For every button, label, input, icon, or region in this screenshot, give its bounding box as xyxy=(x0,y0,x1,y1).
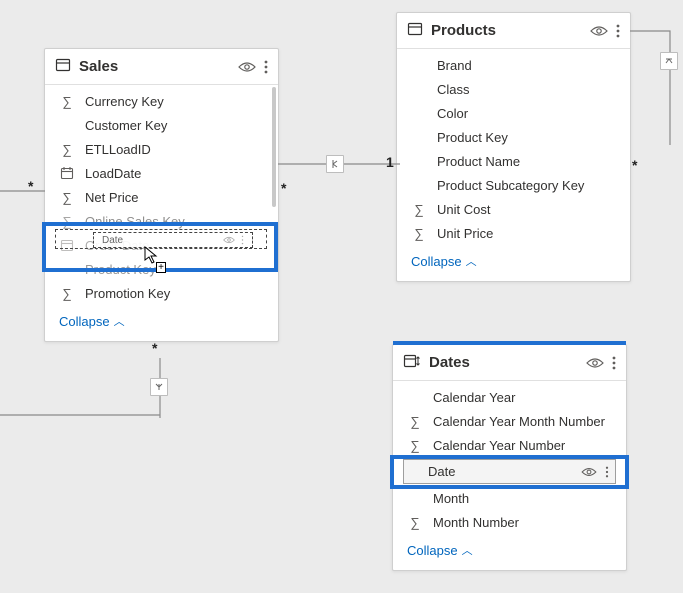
chevron-up-icon: ︿ xyxy=(466,253,477,269)
field-label: Calendar Year Number xyxy=(433,438,612,453)
drag-ghost-label: Date xyxy=(102,235,123,246)
field-label: Unit Price xyxy=(437,226,616,241)
field-label: Promotion Key xyxy=(85,286,264,301)
field-label: Product Key xyxy=(85,262,264,277)
calendar-icon xyxy=(59,166,75,180)
field-month[interactable]: Month xyxy=(393,486,626,510)
field-list: Brand Class Color Product Key Product Na… xyxy=(397,49,630,281)
visibility-icon[interactable] xyxy=(590,24,608,38)
field-label: Calendar Year xyxy=(433,390,612,405)
field-brand[interactable]: Brand xyxy=(397,53,630,77)
sigma-icon: ∑ xyxy=(59,286,75,301)
field-label: Brand xyxy=(437,58,616,73)
selection-highlight xyxy=(393,341,626,345)
mult-sales-right: * xyxy=(281,180,286,196)
visibility-icon[interactable] xyxy=(238,60,256,74)
table-card-dates[interactable]: Dates Calendar Year ∑ Calendar Year Month… xyxy=(392,344,627,571)
sigma-icon: ∑ xyxy=(59,190,75,205)
card-header-sales[interactable]: Sales xyxy=(45,49,278,85)
collapse-link[interactable]: Collapse︿ xyxy=(45,305,278,339)
chevron-up-icon: ︿ xyxy=(114,313,125,329)
card-title: Dates xyxy=(429,354,578,371)
mult-products-left: 1 xyxy=(386,154,394,170)
rel-filter-badge-products-right xyxy=(660,52,678,70)
field-net-price[interactable]: ∑ Net Price xyxy=(45,185,278,209)
field-label: Month Number xyxy=(433,515,612,530)
sigma-icon: ∑ xyxy=(411,226,427,241)
sigma-icon: ∑ xyxy=(59,94,75,109)
table-icon xyxy=(55,57,71,76)
card-title: Products xyxy=(431,22,582,39)
sigma-icon: ∑ xyxy=(59,214,75,229)
drag-ghost-field: Date xyxy=(93,232,253,248)
sigma-icon: ∑ xyxy=(411,202,427,217)
field-product-key[interactable]: Product Key xyxy=(45,257,278,281)
more-icon[interactable] xyxy=(605,466,609,478)
mult-sales-bottom: * xyxy=(152,340,157,356)
more-icon[interactable] xyxy=(616,24,620,38)
sigma-icon: ∑ xyxy=(407,515,423,530)
collapse-link[interactable]: Collapse︿ xyxy=(393,534,626,568)
field-label: LoadDate xyxy=(85,166,264,181)
field-label: ETLLoadID xyxy=(85,142,264,157)
field-label: Net Price xyxy=(85,190,264,205)
field-color[interactable]: Color xyxy=(397,101,630,125)
table-card-products[interactable]: Products Brand Class Color Product Key P… xyxy=(396,12,631,282)
field-label: Currency Key xyxy=(85,94,264,109)
field-label: Unit Cost xyxy=(437,202,616,217)
field-month-number[interactable]: ∑ Month Number xyxy=(393,510,626,534)
field-customer-key[interactable]: Customer Key xyxy=(45,113,278,137)
field-calendar-year-number[interactable]: ∑ Calendar Year Number xyxy=(393,433,626,457)
field-product-subcategory-key[interactable]: Product Subcategory Key xyxy=(397,173,630,197)
table-sort-icon xyxy=(403,353,421,372)
card-header-products[interactable]: Products xyxy=(397,13,630,49)
field-label: Date xyxy=(428,464,573,479)
field-class[interactable]: Class xyxy=(397,77,630,101)
field-list: ∑ Currency Key Customer Key ∑ ETLLoadID Lo… xyxy=(45,85,278,341)
table-icon xyxy=(407,21,423,40)
rel-filter-badge-sales-products xyxy=(326,155,344,173)
field-loaddate[interactable]: LoadDate xyxy=(45,161,278,185)
collapse-link[interactable]: Collapse︿ xyxy=(397,245,630,279)
card-title: Sales xyxy=(79,58,230,75)
sigma-icon: ∑ xyxy=(407,414,423,429)
field-currency-key[interactable]: ∑ Currency Key xyxy=(45,89,278,113)
field-date-selected[interactable]: Date xyxy=(403,459,616,484)
field-label: Product Key xyxy=(437,130,616,145)
field-etlloadid[interactable]: ∑ ETLLoadID xyxy=(45,137,278,161)
sigma-icon: ∑ xyxy=(407,438,423,453)
field-label: Product Name xyxy=(437,154,616,169)
more-icon[interactable] xyxy=(264,60,268,74)
mult-sales-left: * xyxy=(28,178,33,194)
field-label: Product Subcategory Key xyxy=(437,178,616,193)
field-unit-cost[interactable]: ∑ Unit Cost xyxy=(397,197,630,221)
more-icon[interactable] xyxy=(612,356,616,370)
field-promotion-key[interactable]: ∑ Promotion Key xyxy=(45,281,278,305)
scrollbar[interactable] xyxy=(272,87,276,207)
field-label: Month xyxy=(433,491,612,506)
field-label: Color xyxy=(437,106,616,121)
field-label: Class xyxy=(437,82,616,97)
field-calendar-year-month-number[interactable]: ∑ Calendar Year Month Number xyxy=(393,409,626,433)
visibility-icon[interactable] xyxy=(581,466,597,478)
field-label: Calendar Year Month Number xyxy=(433,414,612,429)
visibility-icon[interactable] xyxy=(586,356,604,370)
rel-filter-badge-sales-bottom xyxy=(150,378,168,396)
field-product-name[interactable]: Product Name xyxy=(397,149,630,173)
field-label: Online Sales Key xyxy=(85,214,264,229)
table-card-sales[interactable]: Sales ∑ Currency Key Customer Key ∑ ETLLoa… xyxy=(44,48,279,342)
chevron-up-icon: ︿ xyxy=(462,542,473,558)
field-label: Customer Key xyxy=(85,118,264,133)
field-product-key[interactable]: Product Key xyxy=(397,125,630,149)
field-list: Calendar Year ∑ Calendar Year Month Numbe… xyxy=(393,381,626,570)
field-calendar-year[interactable]: Calendar Year xyxy=(393,385,626,409)
sigma-icon: ∑ xyxy=(59,142,75,157)
mult-products-right: * xyxy=(632,157,637,173)
card-header-dates[interactable]: Dates xyxy=(393,345,626,381)
field-unit-price[interactable]: ∑ Unit Price xyxy=(397,221,630,245)
